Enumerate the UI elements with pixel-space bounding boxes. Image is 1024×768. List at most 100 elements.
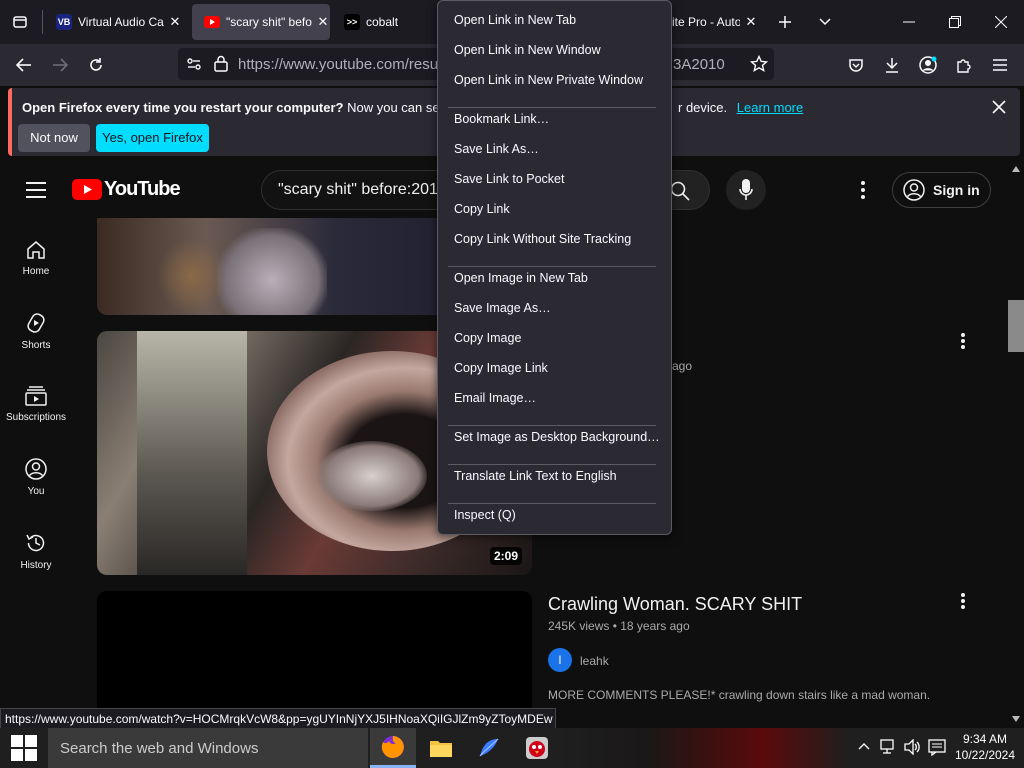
browser-tab-virtual-audio[interactable]: VB Virtual Audio Ca ✕ xyxy=(44,0,188,44)
minimize-button[interactable] xyxy=(886,0,932,44)
network-icon[interactable] xyxy=(880,739,898,755)
back-button[interactable] xyxy=(6,44,42,86)
permissions-icon[interactable] xyxy=(186,56,202,72)
firefox-view-button[interactable] xyxy=(6,8,34,36)
notifications-icon[interactable] xyxy=(928,739,946,756)
video-title[interactable]: Crawling Woman. SCARY SHIT xyxy=(548,594,802,615)
reload-button[interactable] xyxy=(78,44,114,86)
bookmark-star-icon[interactable] xyxy=(750,55,768,73)
scrollbar-thumb[interactable] xyxy=(1008,300,1024,352)
hamburger-menu-icon xyxy=(993,59,1007,71)
context-menu-item[interactable]: Copy Link xyxy=(454,202,510,216)
chevron-down-icon xyxy=(819,18,831,26)
youtube-favicon-icon xyxy=(204,16,220,28)
clock[interactable]: 9:34 AM 10/22/2024 xyxy=(950,731,1020,763)
new-tab-button[interactable] xyxy=(764,0,806,44)
context-menu-item[interactable]: Copy Image Link xyxy=(454,361,548,375)
context-menu-separator xyxy=(448,425,656,426)
close-tab-icon[interactable]: ✕ xyxy=(744,14,758,30)
context-menu-item[interactable]: Open Link in New Tab xyxy=(454,13,576,27)
video-more-icon[interactable] xyxy=(960,332,966,350)
video-meta: 245K views • 18 years ago xyxy=(548,619,690,633)
context-menu-item[interactable]: Set Image as Desktop Background… xyxy=(454,430,660,444)
context-menu-item[interactable]: Translate Link Text to English xyxy=(454,469,617,483)
restore-button[interactable] xyxy=(932,0,978,44)
sidebar-item-label: You xyxy=(27,486,45,497)
show-hidden-icons-icon[interactable] xyxy=(858,742,870,750)
page-scrollbar[interactable] xyxy=(1008,162,1024,728)
taskbar-file-explorer[interactable] xyxy=(418,728,464,768)
sidebar-item-shorts[interactable]: Shorts xyxy=(0,312,72,351)
guide-menu-icon[interactable] xyxy=(26,182,46,198)
youtube-mini-sidebar: Home Shorts Subscriptions You History xyxy=(0,218,72,708)
scroll-down-icon[interactable] xyxy=(1012,716,1020,722)
sidebar-item-home[interactable]: Home xyxy=(0,240,72,277)
cobalt-icon: >> xyxy=(344,14,360,30)
close-notification-icon[interactable] xyxy=(992,100,1006,114)
browser-tab-youtube[interactable]: "scary shit" befo ✕ xyxy=(192,4,330,40)
context-menu-item[interactable]: Bookmark Link… xyxy=(454,112,549,126)
url-text-tail: 3A2010 xyxy=(673,56,725,73)
volume-icon[interactable] xyxy=(904,739,922,755)
sidebar-item-subscriptions[interactable]: Subscriptions xyxy=(0,386,72,423)
sign-in-button[interactable]: Sign in xyxy=(892,172,991,208)
taskbar-app-game[interactable] xyxy=(514,728,560,768)
account-button[interactable] xyxy=(910,44,946,86)
context-menu-item[interactable]: Save Link As… xyxy=(454,142,539,156)
learn-more-link[interactable]: Learn more xyxy=(737,100,803,115)
sidebar-item-label: Subscriptions xyxy=(5,412,67,423)
sidebar-item-history[interactable]: History xyxy=(0,532,72,571)
context-menu-item[interactable]: Open Image in New Tab xyxy=(454,271,588,285)
taskbar-search-box[interactable]: Search the web and Windows xyxy=(48,728,368,768)
close-tab-icon[interactable]: ✕ xyxy=(316,14,330,30)
video-description: MORE COMMENTS PLEASE!* crawling down sta… xyxy=(548,688,931,702)
context-menu-item[interactable]: Copy Image xyxy=(454,331,521,345)
browser-tab-other[interactable]: ite Pro - Auto ✕ xyxy=(672,0,760,44)
video-more-icon[interactable] xyxy=(960,592,966,610)
forward-button[interactable] xyxy=(42,44,78,86)
taskbar-firefox[interactable] xyxy=(370,728,416,768)
browser-tab-cobalt[interactable]: >> cobalt xyxy=(332,0,436,44)
start-button[interactable] xyxy=(0,728,48,768)
list-all-tabs-button[interactable] xyxy=(804,0,846,44)
context-menu-item[interactable]: Save Link to Pocket xyxy=(454,172,564,186)
url-text: https://www.youtube.com/result xyxy=(238,56,446,73)
channel-name[interactable]: leahk xyxy=(580,654,609,668)
tab-title: cobalt xyxy=(366,15,399,29)
you-icon xyxy=(25,458,47,480)
youtube-logo[interactable]: YouTube xyxy=(72,178,181,201)
windows-logo-icon xyxy=(11,735,37,761)
pocket-button[interactable] xyxy=(838,44,874,86)
firefox-icon xyxy=(381,735,404,758)
context-menu-item[interactable]: Open Link in New Window xyxy=(454,43,601,57)
voice-search-button[interactable] xyxy=(726,170,766,210)
account-icon xyxy=(919,56,937,74)
reload-icon xyxy=(90,58,102,71)
yes-open-firefox-button[interactable]: Yes, open Firefox xyxy=(96,124,209,152)
channel-avatar[interactable]: l xyxy=(548,648,572,672)
lock-icon[interactable] xyxy=(214,55,228,72)
taskbar-app-blue[interactable] xyxy=(466,728,512,768)
close-tab-icon[interactable]: ✕ xyxy=(168,14,182,30)
sidebar-item-you[interactable]: You xyxy=(0,458,72,497)
extensions-button[interactable] xyxy=(946,44,982,86)
more-vertical-icon[interactable] xyxy=(860,180,866,200)
context-menu-item[interactable]: Inspect (Q) xyxy=(454,508,516,522)
downloads-button[interactable] xyxy=(874,44,910,86)
search-query: "scary shit" before:201 xyxy=(278,181,438,198)
not-now-button[interactable]: Not now xyxy=(18,124,90,152)
folder-icon xyxy=(430,741,452,757)
context-menu-item[interactable]: Save Image As… xyxy=(454,301,551,315)
context-menu-item[interactable]: Email Image… xyxy=(454,391,536,405)
context-menu-item[interactable]: Open Link in New Private Window xyxy=(454,73,643,87)
close-window-button[interactable] xyxy=(978,0,1024,44)
notification-title: Open Firefox every time you restart your… xyxy=(22,100,344,115)
context-menu-item[interactable]: Copy Link Without Site Tracking xyxy=(454,232,631,246)
close-icon xyxy=(995,16,1007,28)
plus-icon xyxy=(779,16,791,28)
scroll-up-icon[interactable] xyxy=(1012,166,1020,172)
clock-date: 10/22/2024 xyxy=(954,748,1016,762)
history-icon xyxy=(26,534,45,552)
app-menu-button[interactable] xyxy=(982,44,1018,86)
video-thumbnail[interactable] xyxy=(97,591,532,721)
